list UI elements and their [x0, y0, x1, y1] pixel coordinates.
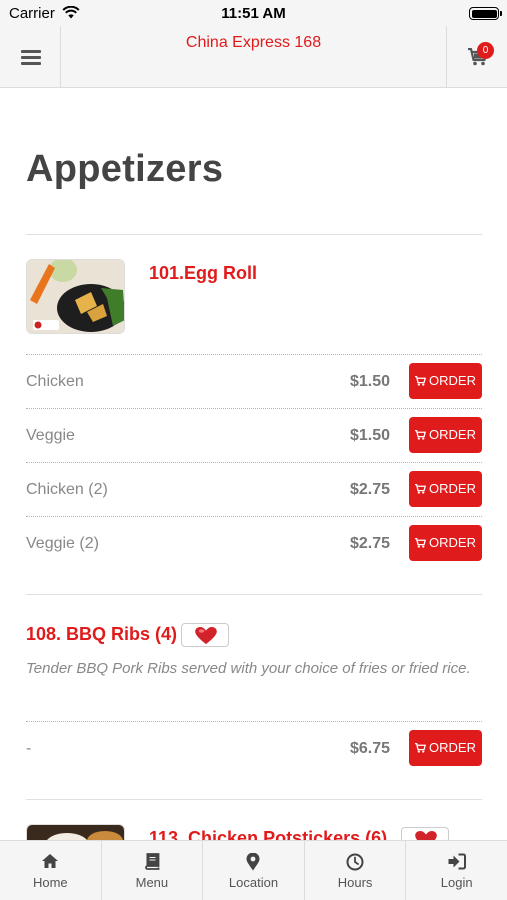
battery-icon: [469, 7, 502, 20]
option-label: Chicken: [26, 373, 84, 390]
item-title-chicken-potstickers[interactable]: 113. Chicken Potstickers (6): [149, 828, 387, 840]
cart-icon: [415, 537, 427, 548]
app-header: China Express 168 0: [0, 26, 507, 88]
option-price: $1.50: [349, 427, 390, 444]
popular-badge: [181, 623, 229, 647]
food-photo: [27, 260, 124, 333]
order-button[interactable]: ORDER: [409, 417, 482, 453]
home-icon: [42, 854, 59, 868]
divider: [26, 354, 482, 355]
item-title-egg-roll[interactable]: 101.Egg Roll: [149, 263, 257, 284]
order-button[interactable]: ORDER: [409, 363, 482, 399]
tab-label: Menu: [135, 875, 169, 890]
option-price: $2.75: [349, 481, 390, 498]
cart-icon: [415, 483, 427, 494]
tab-label: Location: [228, 875, 279, 890]
divider: [26, 721, 482, 722]
restaurant-title[interactable]: China Express 168: [61, 34, 446, 52]
divider: [26, 516, 482, 517]
bottom-tab-bar: Home Menu Location Hours Login: [0, 840, 507, 900]
clock-icon: [346, 853, 364, 871]
cart-button[interactable]: 0: [446, 26, 507, 87]
hamburger-icon: [21, 50, 41, 53]
order-button-label: ORDER: [429, 740, 476, 755]
hamburger-menu-button[interactable]: [0, 26, 61, 87]
option-label: Veggie: [26, 427, 75, 444]
section-title: Appetizers: [26, 148, 224, 190]
order-button[interactable]: ORDER: [409, 730, 482, 766]
tab-label: Login: [440, 875, 473, 890]
food-photo: [27, 825, 124, 840]
order-button[interactable]: ORDER: [409, 525, 482, 561]
cart-icon: [415, 429, 427, 440]
book-icon: [145, 853, 160, 870]
map-pin-icon: [246, 853, 260, 871]
heart-icon: [415, 831, 437, 840]
divider: [26, 462, 482, 463]
tab-label: Home: [32, 875, 68, 890]
item-title-bbq-ribs[interactable]: 108. BBQ Ribs (4): [26, 624, 177, 645]
hamburger-icon-bar: [21, 62, 41, 65]
cart-icon: [415, 742, 427, 753]
option-price: $6.75: [349, 740, 390, 757]
tab-hours[interactable]: Hours: [305, 841, 407, 900]
option-label: -: [26, 740, 32, 757]
order-button-label: ORDER: [429, 535, 476, 550]
item-description: Tender BBQ Pork Ribs served with your ch…: [26, 660, 471, 677]
divider: [26, 799, 482, 800]
tab-login[interactable]: Login: [406, 841, 507, 900]
order-button-label: ORDER: [429, 373, 476, 388]
tab-home[interactable]: Home: [0, 841, 102, 900]
option-price: $2.75: [349, 535, 390, 552]
popular-badge: [401, 827, 449, 840]
clock-time: 11:51 AM: [221, 5, 286, 22]
divider: [26, 408, 482, 409]
option-label: Veggie (2): [26, 535, 99, 552]
divider: [26, 594, 482, 595]
heart-icon: [195, 627, 217, 645]
cart-icon: [415, 375, 427, 386]
hamburger-icon-bar: [21, 56, 41, 59]
cart-count-badge: 0: [477, 42, 494, 59]
option-label: Chicken (2): [26, 481, 108, 498]
chicken-potstickers-image[interactable]: [26, 824, 125, 840]
menu-content[interactable]: Appetizers 101.Egg Roll Chicken $1.50 OR…: [0, 88, 507, 840]
order-button-label: ORDER: [429, 427, 476, 442]
tab-menu[interactable]: Menu: [102, 841, 204, 900]
tab-label: Hours: [337, 875, 373, 890]
login-icon: [448, 853, 466, 870]
egg-roll-image[interactable]: [26, 259, 125, 334]
order-button[interactable]: ORDER: [409, 471, 482, 507]
order-button-label: ORDER: [429, 481, 476, 496]
divider: [26, 234, 482, 235]
option-price: $1.50: [349, 373, 390, 390]
tab-location[interactable]: Location: [203, 841, 305, 900]
status-bar: Carrier 11:51 AM: [0, 0, 507, 26]
